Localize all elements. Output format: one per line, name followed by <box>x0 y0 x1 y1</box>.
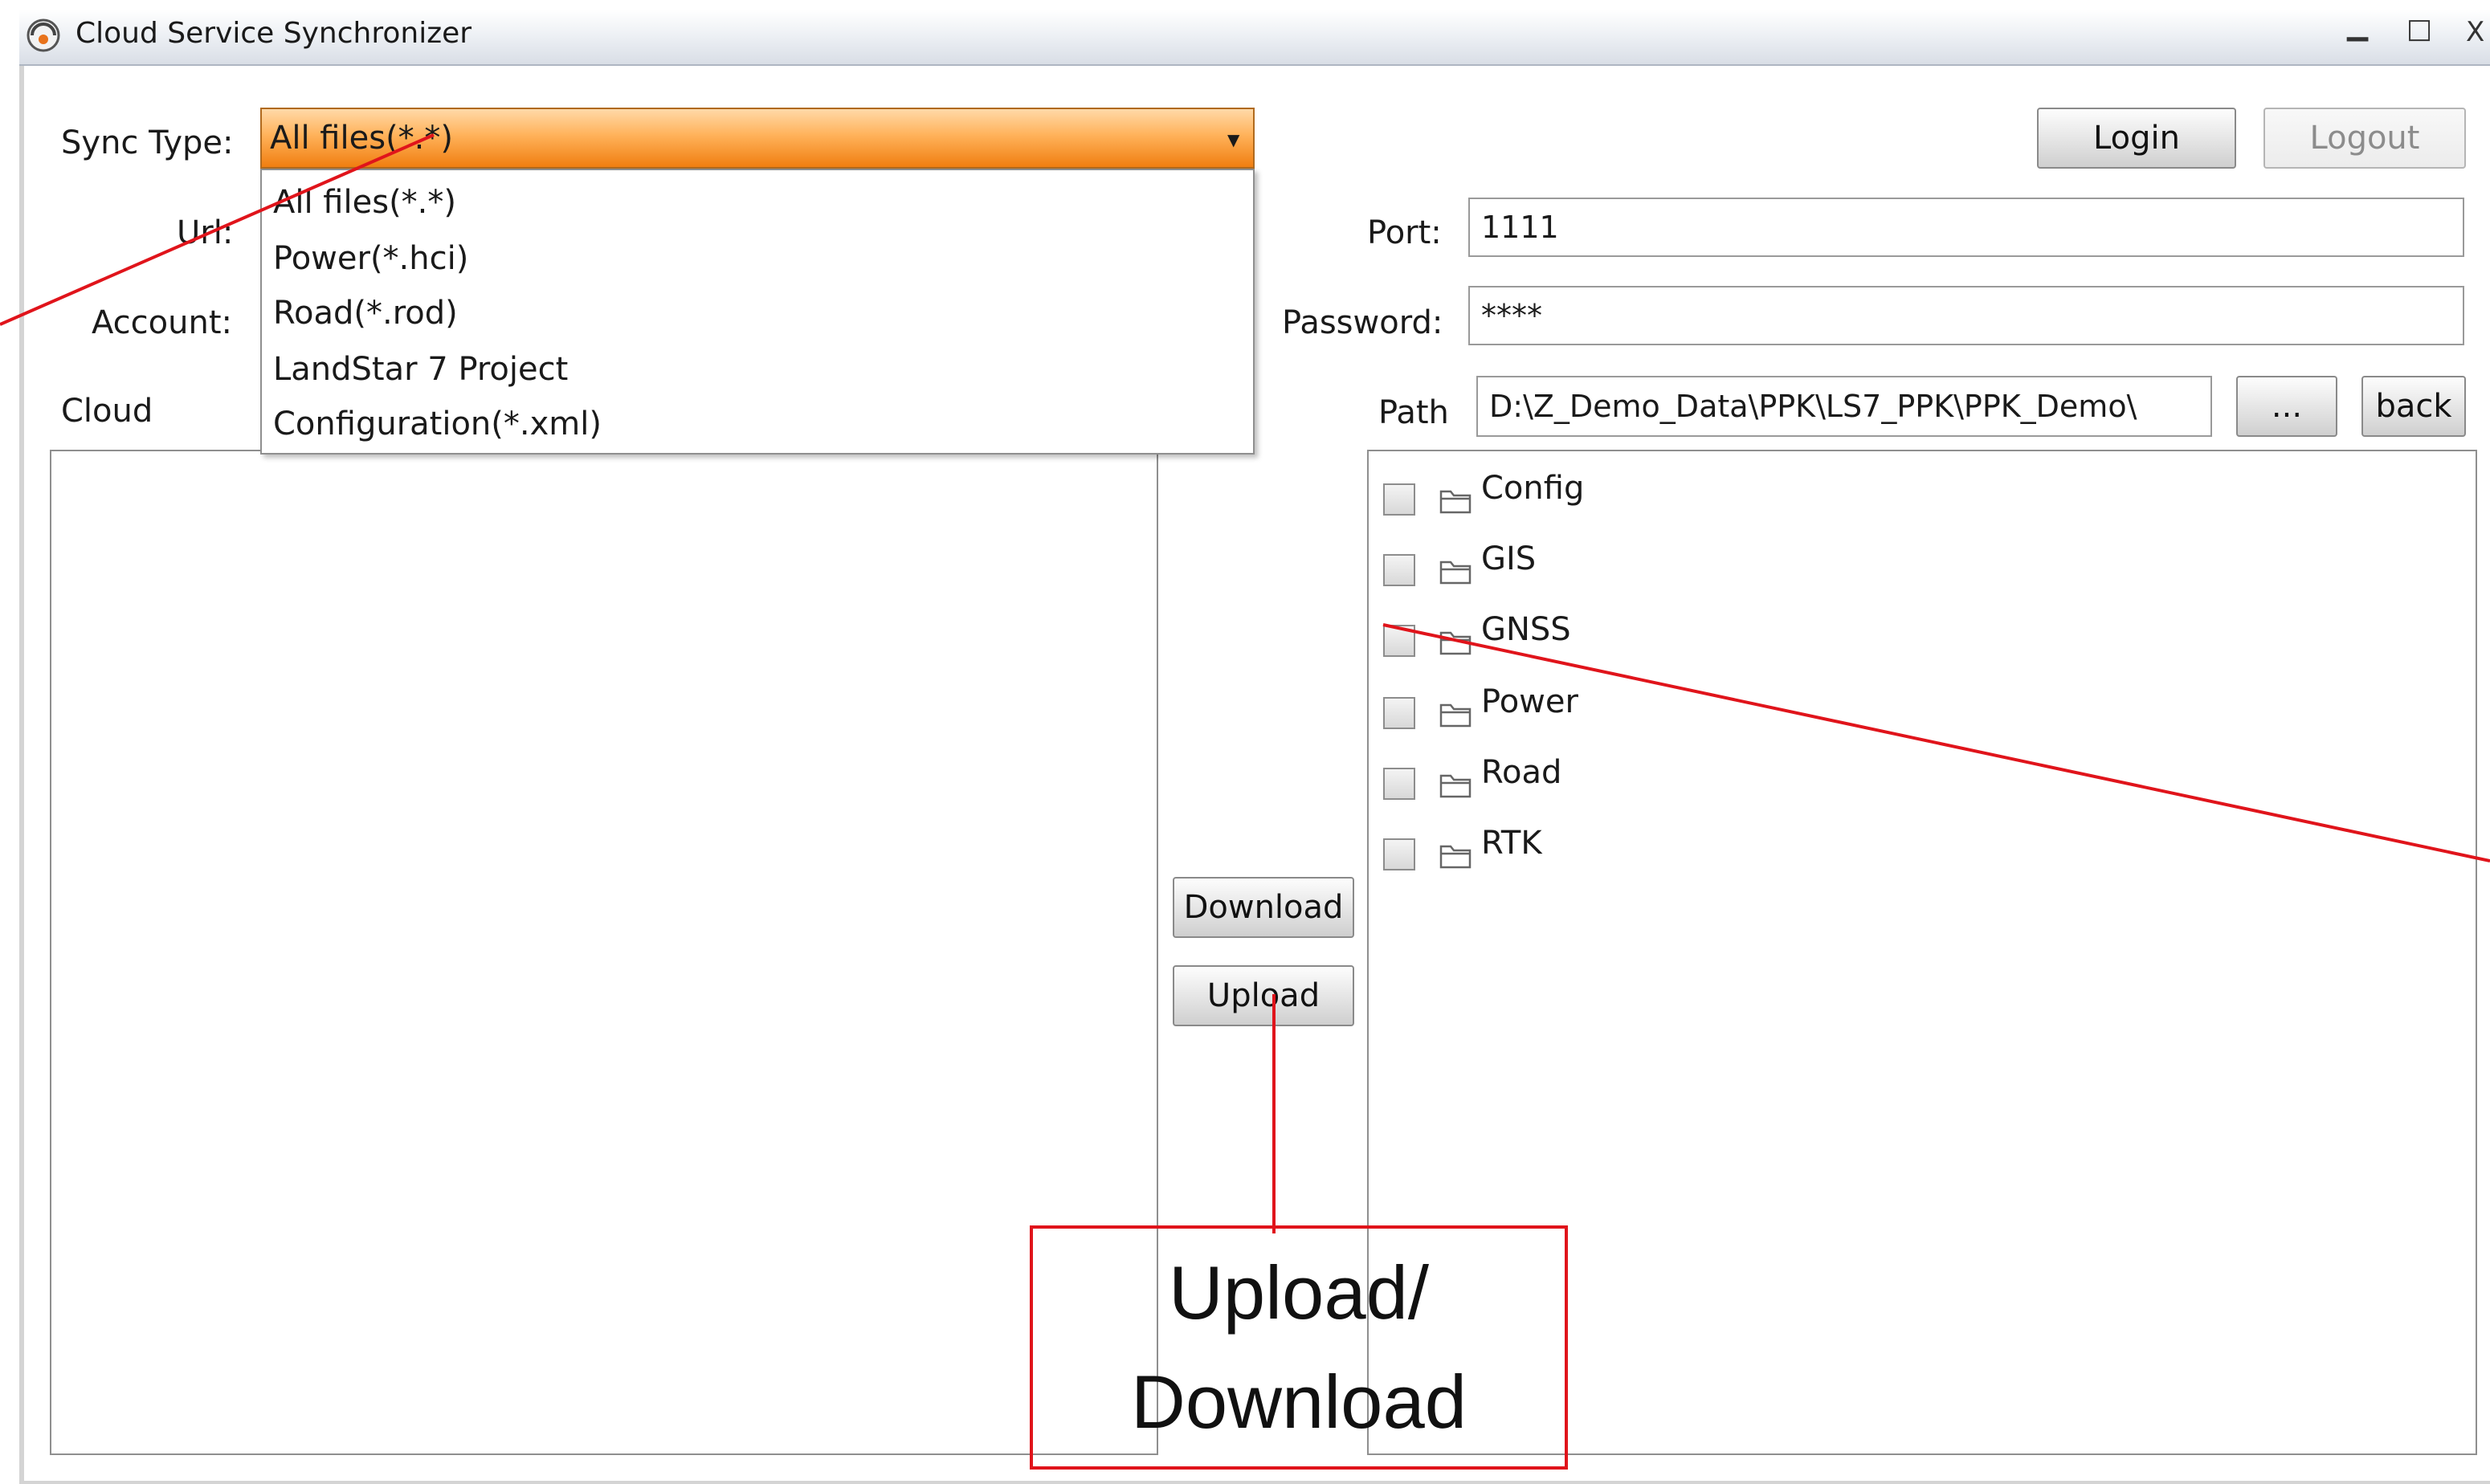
app-icon <box>26 18 61 53</box>
sync-type-dropdown: All files(*.*) Power(*.hci) Road(*.rod) … <box>260 169 1255 455</box>
browse-button[interactable]: ... <box>2236 376 2337 437</box>
sync-type-value: All files(*.*) <box>270 120 453 157</box>
folder-name: Power <box>1481 683 1578 720</box>
tree-row[interactable]: RTK <box>1383 824 1865 872</box>
folder-icon <box>1439 561 1472 585</box>
sync-type-option-landstar-project[interactable]: LandStar 7 Project <box>273 350 568 389</box>
callout-line-2: Download <box>1130 1360 1467 1444</box>
window-frame-bottom <box>19 1481 2490 1484</box>
folder-name: GIS <box>1481 540 1537 577</box>
folder-name: RTK <box>1481 825 1542 862</box>
folder-name: Road <box>1481 754 1562 791</box>
password-field[interactable]: **** <box>1468 286 2464 345</box>
cloud-file-list[interactable] <box>50 450 1158 1455</box>
folder-checkbox[interactable] <box>1383 838 1415 870</box>
sync-type-option-power[interactable]: Power(*.hci) <box>273 239 468 278</box>
upload-download-callout: Upload/ Download <box>1030 1225 1568 1470</box>
folder-name: Config <box>1481 470 1585 507</box>
chevron-down-icon[interactable]: ▼ <box>1227 130 1239 149</box>
folder-checkbox[interactable] <box>1383 483 1415 516</box>
folder-icon <box>1439 703 1472 728</box>
sync-type-option-road[interactable]: Road(*.rod) <box>273 294 458 332</box>
logout-button[interactable]: Logout <box>2263 108 2466 169</box>
sync-type-label: Sync Type: <box>61 124 234 161</box>
sync-type-option-configuration[interactable]: Configuration(*.xml) <box>273 405 602 443</box>
tree-row[interactable]: GIS <box>1383 540 1865 588</box>
folder-icon <box>1439 845 1472 869</box>
window-title: Cloud Service Synchronizer <box>76 17 472 50</box>
tree-row[interactable]: Config <box>1383 469 1865 517</box>
back-button[interactable]: back <box>2361 376 2466 437</box>
folder-name: GNSS <box>1481 611 1571 648</box>
tree-row[interactable]: GNSS <box>1383 610 1865 658</box>
cloud-label: Cloud <box>61 393 153 430</box>
tree-row[interactable]: Power <box>1383 683 1865 731</box>
window-frame-left <box>19 66 24 1484</box>
path-field[interactable]: D:\Z_Demo_Data\PPK\LS7_PPK\PPK_Demo\ <box>1476 376 2212 437</box>
folder-checkbox[interactable] <box>1383 625 1415 657</box>
folder-icon <box>1439 631 1472 655</box>
tree-row[interactable]: Road <box>1383 753 1865 801</box>
folder-icon <box>1439 490 1472 514</box>
port-field[interactable]: 1111 <box>1468 198 2464 257</box>
maximize-button[interactable]: □ <box>2406 13 2432 45</box>
folder-checkbox[interactable] <box>1383 554 1415 586</box>
password-label: Password: <box>1282 304 1443 341</box>
login-button[interactable]: Login <box>2037 108 2236 169</box>
folder-checkbox[interactable] <box>1383 697 1415 729</box>
url-label: Url: <box>177 214 234 251</box>
close-button[interactable]: X <box>2466 16 2484 48</box>
port-label: Port: <box>1367 214 1442 251</box>
minimize-button[interactable]: ▁ <box>2347 10 2368 42</box>
sync-type-option-all-files[interactable]: All files(*.*) <box>273 183 456 222</box>
folder-checkbox[interactable] <box>1383 768 1415 800</box>
folder-icon <box>1439 774 1472 798</box>
callout-line-1: Upload/ <box>1169 1250 1429 1335</box>
upload-button[interactable]: Upload <box>1173 965 1354 1026</box>
path-label: Path <box>1378 394 1449 431</box>
sync-type-combo[interactable]: All files(*.*) <box>260 108 1255 169</box>
download-button[interactable]: Download <box>1173 877 1354 938</box>
account-label: Account: <box>92 304 232 341</box>
